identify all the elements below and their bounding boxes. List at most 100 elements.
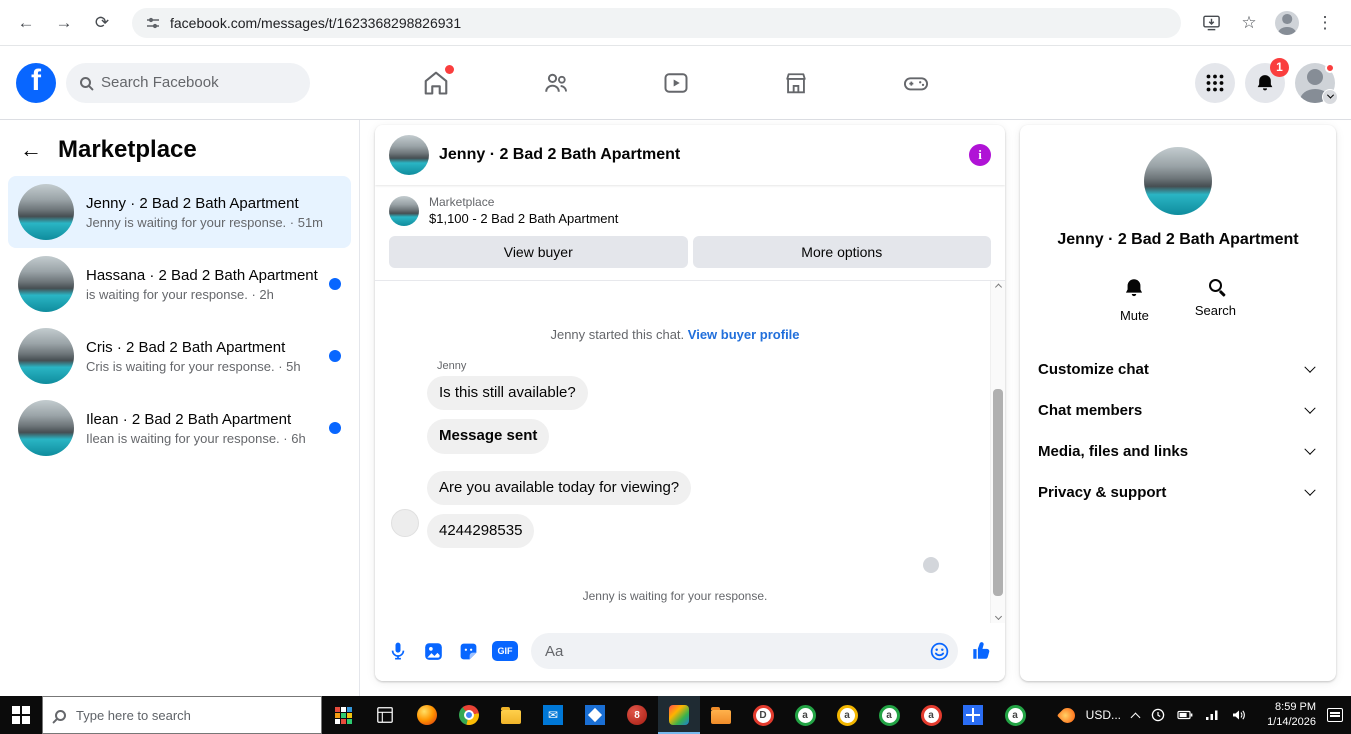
photos-button[interactable] bbox=[574, 696, 616, 734]
facebook-search[interactable] bbox=[66, 62, 310, 103]
tray-battery-icon[interactable] bbox=[1177, 707, 1193, 723]
tray-volume-icon[interactable] bbox=[1231, 707, 1247, 723]
nav-friends-tab[interactable] bbox=[539, 66, 573, 100]
nav-marketplace-tab[interactable] bbox=[779, 66, 813, 100]
task-view-button[interactable] bbox=[364, 696, 406, 734]
unread-indicator bbox=[329, 278, 341, 290]
tray-app-icon[interactable] bbox=[1056, 704, 1078, 726]
listing-actions: View buyer More options bbox=[389, 236, 991, 268]
message-bubble[interactable]: Is this still available? bbox=[427, 376, 588, 411]
chat-list-item-hassana[interactable]: Hassana · 2 Bad 2 Bath Apartment is wait… bbox=[8, 248, 351, 320]
nav-video-tab[interactable] bbox=[659, 66, 693, 100]
gif-icon[interactable]: GIF bbox=[492, 641, 518, 661]
cortana-cube-button[interactable] bbox=[322, 696, 364, 734]
taskbar-search-placeholder: Type here to search bbox=[76, 707, 191, 723]
facebook-logo-icon[interactable]: f bbox=[16, 62, 56, 103]
browser-profile-6-button[interactable]: a bbox=[994, 696, 1036, 734]
red-app-button[interactable]: 8 bbox=[616, 696, 658, 734]
start-button[interactable] bbox=[0, 696, 42, 734]
nav-gaming-tab[interactable] bbox=[899, 66, 933, 100]
install-app-icon[interactable] bbox=[1195, 7, 1227, 39]
action-center-icon[interactable] bbox=[1327, 708, 1343, 722]
thumbs-up-icon[interactable] bbox=[971, 640, 993, 662]
account-menu-button[interactable] bbox=[1295, 62, 1338, 105]
taskbar-search[interactable]: Type here to search bbox=[42, 696, 322, 734]
url-text[interactable]: facebook.com/messages/t/1623368298826931 bbox=[170, 15, 461, 31]
gaming-icon bbox=[903, 76, 928, 90]
chevron-down-icon bbox=[1304, 361, 1316, 373]
voice-clip-icon[interactable] bbox=[387, 640, 409, 662]
section-customize-chat[interactable]: Customize chat bbox=[1030, 349, 1326, 390]
section-privacy-support[interactable]: Privacy & support bbox=[1030, 472, 1326, 513]
browser-profile-4-button[interactable]: a bbox=[868, 696, 910, 734]
profile-ring-icon: a bbox=[920, 704, 942, 726]
browser-profile-icon[interactable] bbox=[1271, 7, 1303, 39]
bookmark-star-icon[interactable]: ☆ bbox=[1233, 7, 1265, 39]
message-composer: GIF bbox=[375, 623, 1005, 681]
chat-list-item-ilean[interactable]: Ilean · 2 Bad 2 Bath Apartment Ilean is … bbox=[8, 392, 351, 464]
view-buyer-button[interactable]: View buyer bbox=[389, 236, 688, 268]
conversation-title[interactable]: Jenny · 2 Bad 2 Bath Apartment bbox=[439, 146, 680, 164]
apps-menu-button[interactable] bbox=[1195, 62, 1235, 103]
address-bar[interactable]: facebook.com/messages/t/1623368298826931 bbox=[132, 7, 1181, 38]
scroll-up-arrow[interactable] bbox=[991, 281, 1005, 295]
chrome-button[interactable] bbox=[448, 696, 490, 734]
view-buyer-profile-link[interactable]: View buyer profile bbox=[688, 327, 800, 342]
tray-currency[interactable]: USD... bbox=[1086, 708, 1121, 722]
browser-back-icon[interactable]: ← bbox=[10, 7, 42, 39]
chat-list-item-jenny[interactable]: Jenny · 2 Bad 2 Bath Apartment Jenny is … bbox=[8, 176, 351, 248]
section-chat-members[interactable]: Chat members bbox=[1030, 390, 1326, 431]
notifications-button[interactable]: 1 bbox=[1245, 57, 1289, 103]
profile-notification-dot bbox=[1325, 62, 1335, 73]
message-bubble[interactable]: Are you available today for viewing? bbox=[427, 470, 692, 505]
sticker-icon[interactable] bbox=[457, 640, 479, 662]
browser-profile-1-button[interactable]: D bbox=[742, 696, 784, 734]
listing-source: Marketplace bbox=[429, 195, 495, 209]
mute-button[interactable]: Mute bbox=[1120, 277, 1149, 323]
mail-button[interactable]: ✉ bbox=[532, 696, 574, 734]
orange-folder-button[interactable] bbox=[700, 696, 742, 734]
message-bubble[interactable]: Message sent bbox=[427, 419, 550, 454]
taskbar-clock[interactable]: 8:59 PM 1/14/2026 bbox=[1258, 700, 1316, 730]
scrollbar-thumb[interactable] bbox=[993, 389, 1003, 597]
search-in-conversation-button[interactable]: Search bbox=[1195, 277, 1236, 323]
more-options-button[interactable]: More options bbox=[692, 236, 991, 268]
conversation-avatar[interactable] bbox=[389, 135, 429, 175]
search-icon bbox=[80, 77, 91, 88]
firefox-button[interactable] bbox=[406, 696, 448, 734]
chat-item-texts: Ilean · 2 Bad 2 Bath Apartment Ilean is … bbox=[86, 411, 306, 446]
windows-taskbar: Type here to search ✉ 8 D a a a a a USD.… bbox=[0, 696, 1351, 734]
section-media-files-links[interactable]: Media, files and links bbox=[1030, 431, 1326, 472]
message-bubble[interactable]: 4244298535 bbox=[427, 513, 535, 548]
bell-icon bbox=[1126, 279, 1143, 297]
hidden-icons-chevron[interactable] bbox=[1130, 712, 1141, 722]
scroll-down-arrow[interactable] bbox=[991, 609, 1005, 623]
conversation-info-icon[interactable]: i bbox=[969, 144, 991, 166]
blue-grid-app-button[interactable] bbox=[952, 696, 994, 734]
chat-list-item-cris[interactable]: Cris · 2 Bad 2 Bath Apartment Cris is wa… bbox=[8, 320, 351, 392]
file-explorer-button[interactable] bbox=[490, 696, 532, 734]
attach-photo-icon[interactable] bbox=[422, 640, 444, 662]
emoji-icon[interactable] bbox=[928, 640, 950, 662]
nav-home-tab[interactable] bbox=[419, 64, 454, 100]
facebook-search-input[interactable] bbox=[101, 74, 296, 91]
tray-network-icon[interactable] bbox=[1204, 707, 1220, 723]
system-tray: USD... 8:59 PM 1/14/2026 bbox=[1056, 696, 1351, 734]
message-input[interactable] bbox=[545, 642, 928, 660]
listing-thumbnail bbox=[389, 195, 419, 226]
browser-reload-icon[interactable]: ⟳ bbox=[86, 7, 118, 39]
browser-profile-3-button[interactable]: a bbox=[826, 696, 868, 734]
browser-profile-5-button[interactable]: a bbox=[910, 696, 952, 734]
back-arrow-icon[interactable]: ← bbox=[20, 137, 42, 163]
messages-scrollbar[interactable] bbox=[990, 281, 1005, 623]
message-input-pill[interactable] bbox=[531, 633, 958, 669]
browser-profile-2-button[interactable]: a bbox=[784, 696, 826, 734]
browser-menu-icon[interactable]: ⋮ bbox=[1309, 7, 1341, 39]
tray-clock-icon[interactable] bbox=[1150, 707, 1166, 723]
active-app-button[interactable] bbox=[658, 696, 700, 734]
scrollbar-track[interactable] bbox=[991, 295, 1005, 609]
person-icon bbox=[1275, 10, 1299, 35]
browser-forward-icon[interactable]: → bbox=[48, 7, 80, 39]
site-settings-icon[interactable] bbox=[146, 16, 160, 30]
file-explorer-icon bbox=[501, 707, 521, 724]
